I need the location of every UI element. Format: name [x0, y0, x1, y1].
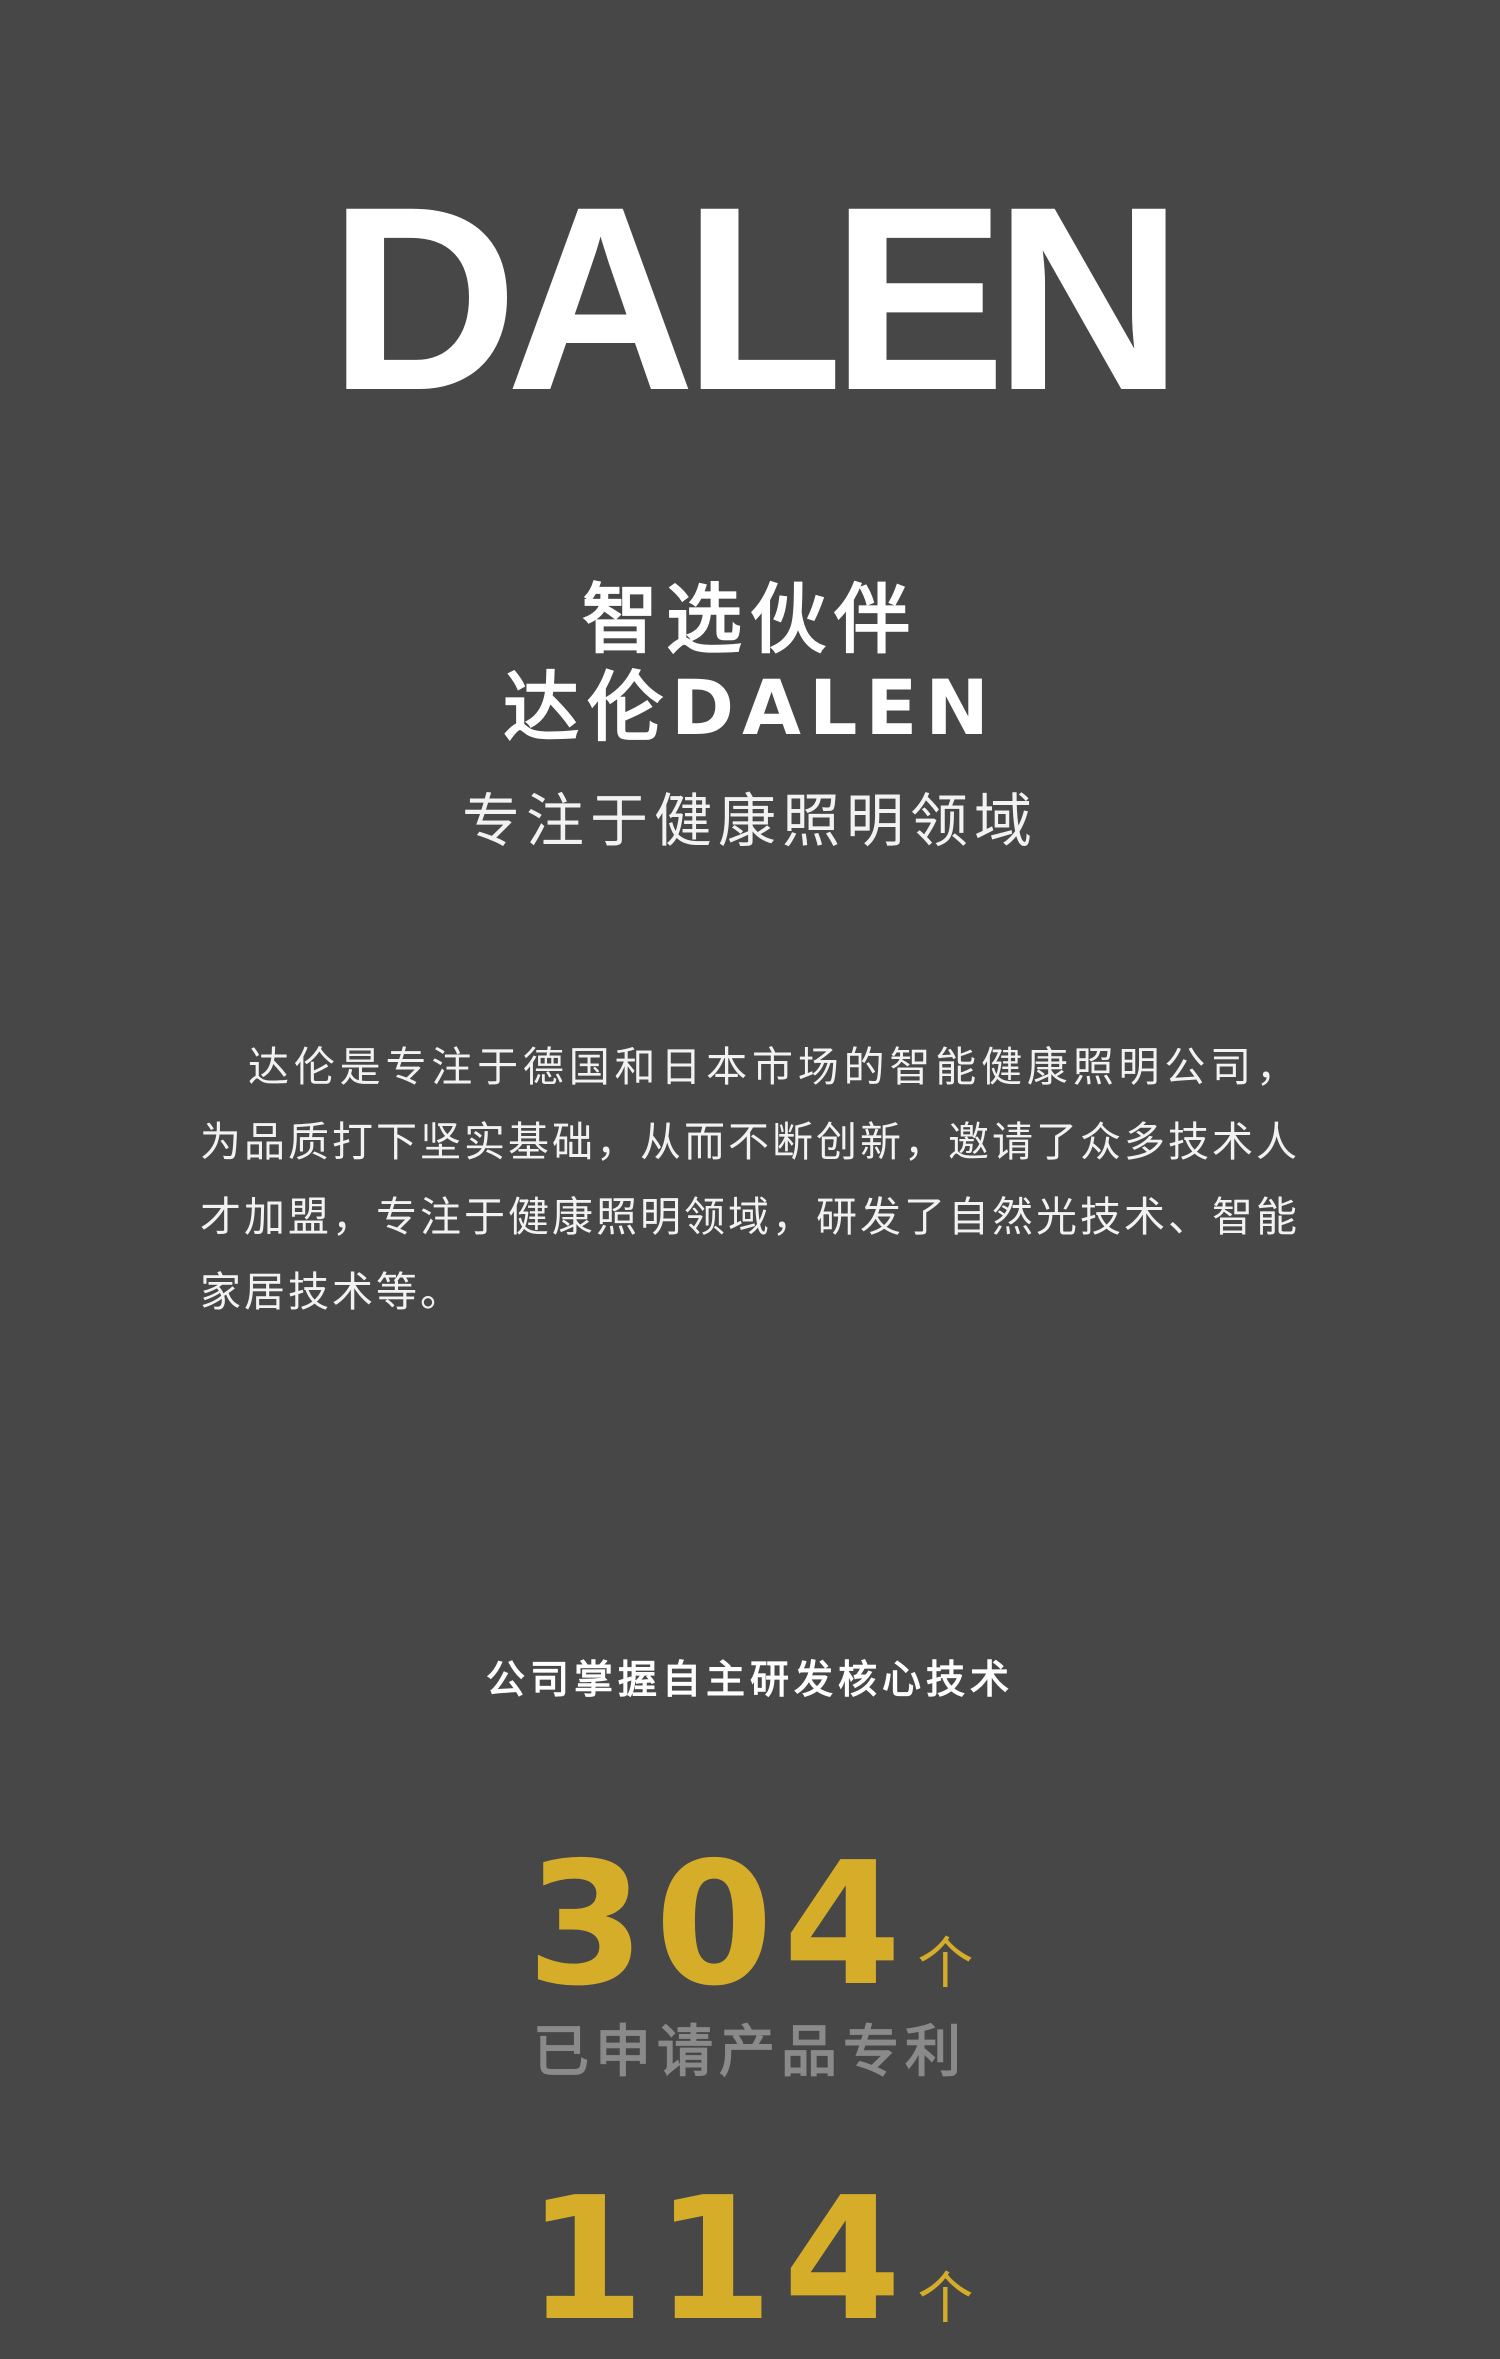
stat-second: 114 个: [0, 2175, 1500, 2345]
stat-patents-number: 304: [526, 1826, 912, 2024]
hero-tagline-line2: 达伦DALEN: [503, 663, 997, 752]
stat-patents: 304 个 已申请产品专利: [0, 1840, 1500, 2088]
stat-patents-label: 已申请产品专利: [533, 2020, 967, 2085]
brand-logo: DALEN: [328, 152, 1183, 445]
company-intro-paragraph: 达伦是专注于德国和日本市场的智能健康照明公司，为品质打下坚实基础，从而不断创新，…: [200, 1043, 1300, 1316]
stat-patents-unit: 个: [917, 1932, 974, 1997]
stat-second-unit: 个: [917, 2267, 974, 2332]
stat-second-number: 114: [526, 2161, 912, 2359]
stats-section-heading: 公司掌握自主研发核心技术: [485, 1658, 1014, 1703]
hero-tagline-line1: 智选伙伴: [582, 575, 918, 664]
hero-subtitle: 专注于健康照明领域: [461, 787, 1038, 855]
